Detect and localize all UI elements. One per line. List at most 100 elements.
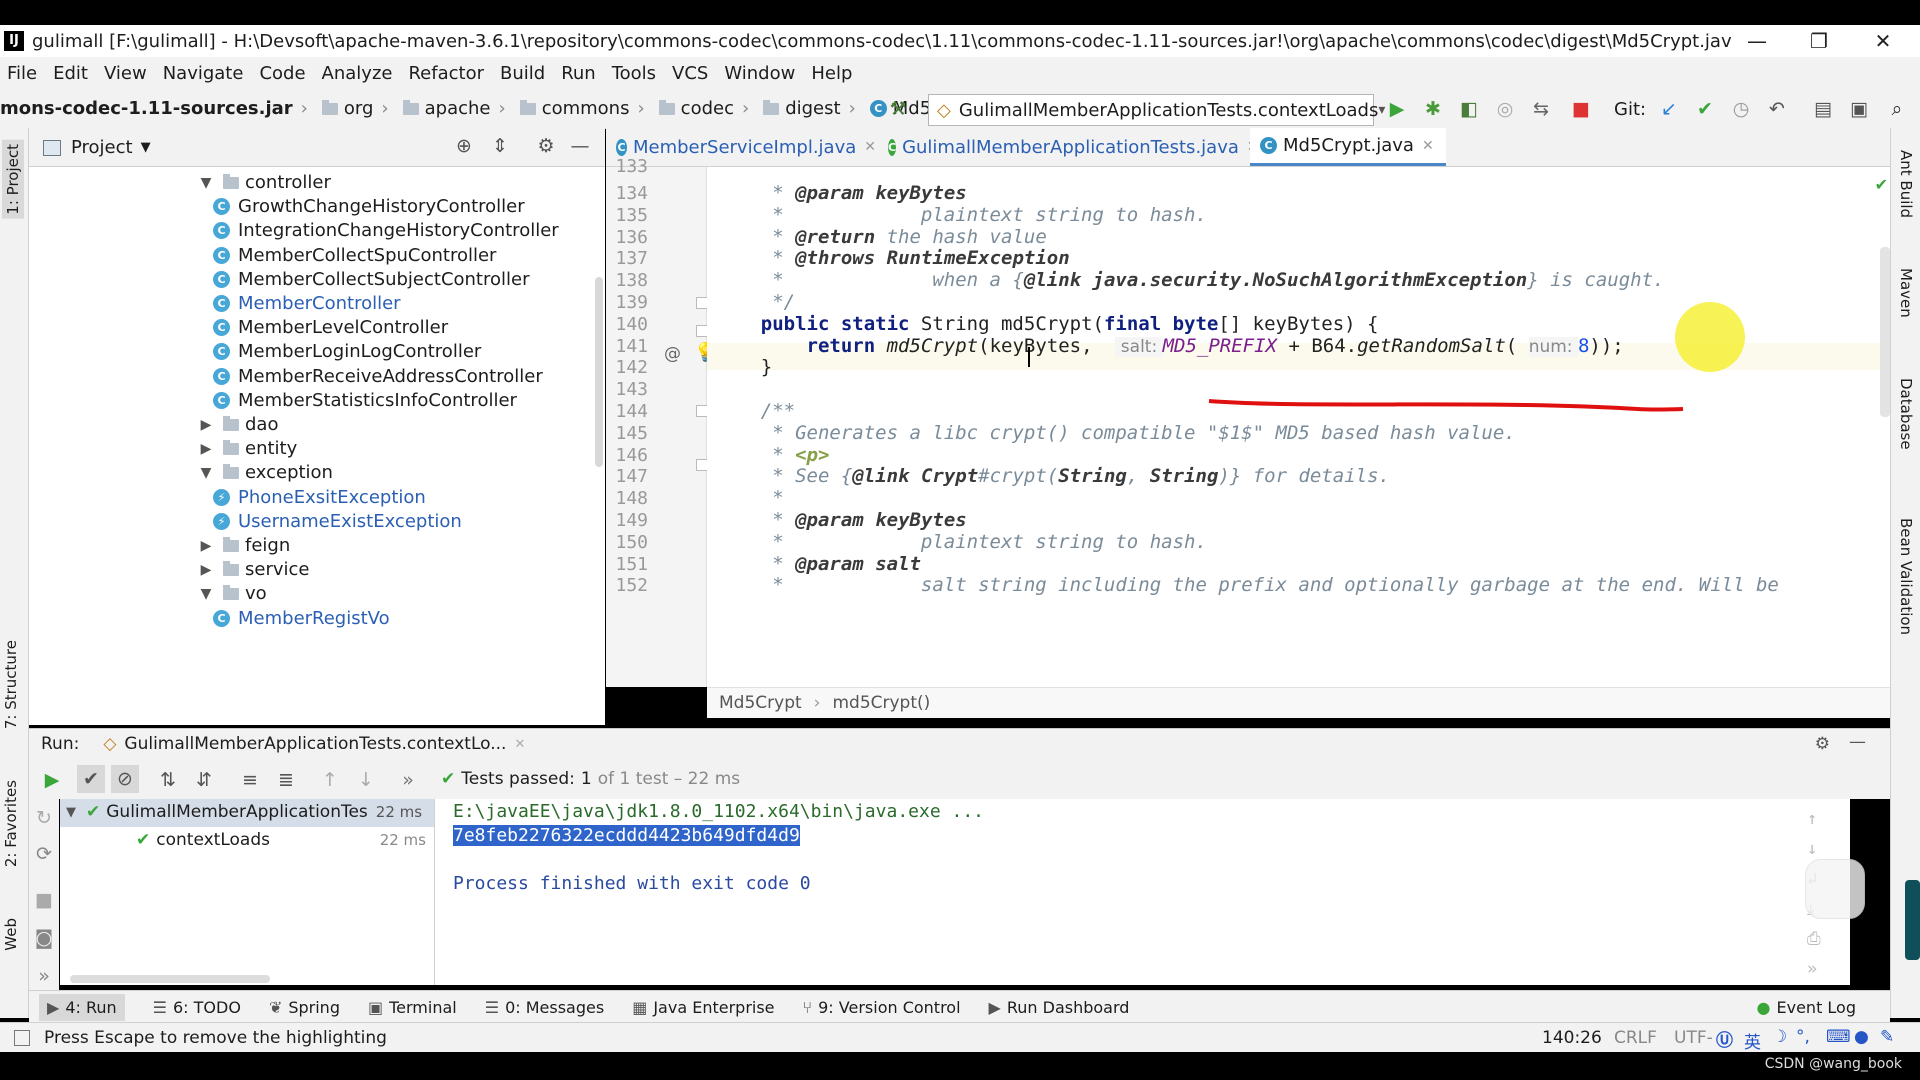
tab-gulimallmemberapplicationtests[interactable]: C GulimallMemberApplicationTests.java ✕ — [878, 128, 1259, 166]
run-configuration-select[interactable]: ◇ GulimallMemberApplicationTests.context… — [928, 94, 1385, 126]
moon-icon[interactable]: ☽ — [1772, 1027, 1787, 1047]
tab-version-control[interactable]: ⑂ 9: Version Control — [803, 998, 961, 1017]
layout-icon[interactable]: ▣ — [1848, 98, 1870, 120]
console-line-selected-hash[interactable]: 7e8feb2276322ecddd4423b649dfd4d9 — [453, 825, 800, 846]
chevron-down-icon[interactable]: ▼ — [199, 465, 213, 481]
user-icon[interactable]: ● — [1854, 1027, 1869, 1047]
caret-position[interactable]: 140:26 — [1542, 1028, 1602, 1048]
close-tab-icon[interactable]: ✕ — [864, 139, 876, 155]
project-panel-title[interactable]: Project — [71, 137, 133, 158]
inspection-ok-icon[interactable]: ✔ — [1875, 175, 1888, 194]
restore-button[interactable]: ❐ — [1796, 27, 1842, 55]
status-toggle-icon[interactable] — [14, 1030, 30, 1046]
chevron-down-icon[interactable]: ▼ — [141, 140, 151, 155]
menu-navigate[interactable]: Navigate — [163, 63, 244, 84]
project-structure-icon[interactable]: ▤ — [1812, 98, 1834, 120]
attach-icon[interactable]: ⇆ — [1530, 98, 1552, 120]
menu-file[interactable]: File — [7, 63, 37, 84]
web-tool-tab[interactable]: Web — [2, 918, 20, 951]
close-tab-icon[interactable]: ✕ — [1422, 138, 1434, 154]
tab-java-enterprise[interactable]: ▦ Java Enterprise — [632, 998, 774, 1017]
minimize-button[interactable]: — — [1734, 27, 1780, 55]
ime-u-icon[interactable]: Ⓤ — [1716, 1026, 1733, 1051]
keyboard-icon[interactable]: ⌨ — [1826, 1027, 1851, 1047]
profile-icon[interactable]: ◎ — [1494, 98, 1516, 120]
chevron-down-icon[interactable]: ▼ — [199, 175, 213, 191]
print-icon[interactable]: ⎙ — [1807, 929, 1821, 949]
override-marker-icon[interactable]: @ — [664, 344, 681, 364]
gear-icon[interactable]: ⚙ — [535, 135, 557, 157]
git-commit-icon[interactable]: ✔ — [1694, 98, 1716, 120]
menu-help[interactable]: Help — [811, 63, 852, 84]
previous-icon[interactable]: ↑ — [319, 769, 341, 791]
crumb-digest[interactable]: digest › — [763, 98, 864, 119]
more-icon[interactable]: » — [33, 965, 55, 987]
menu-code[interactable]: Code — [259, 63, 305, 84]
run-icon[interactable]: ▶ — [1386, 98, 1408, 120]
rollback-icon[interactable]: ↶ — [1766, 98, 1788, 120]
chevron-down-icon[interactable]: ▼ — [199, 586, 213, 602]
bean-validation-tool-tab[interactable]: Bean Validation — [1897, 518, 1915, 635]
scroll-down-icon[interactable]: ↓ — [1807, 839, 1817, 859]
tab-spring[interactable]: ❦ Spring — [269, 998, 340, 1017]
tree-horizontal-scrollbar[interactable] — [70, 975, 270, 983]
locate-target-icon[interactable]: ⊕ — [453, 135, 475, 157]
project-tool-tab[interactable]: 1: Project — [2, 140, 24, 219]
tab-terminal[interactable]: ▣ Terminal — [368, 998, 457, 1017]
expand-all-icon[interactable]: ≡ — [239, 769, 261, 791]
maven-tool-tab[interactable]: Maven — [1897, 268, 1915, 318]
debug-icon[interactable]: ✱ — [1422, 98, 1444, 120]
coverage-icon[interactable]: ◧ — [1458, 98, 1480, 120]
editor-scrollbar[interactable] — [1880, 247, 1890, 417]
tree-scrollbar[interactable] — [595, 277, 603, 467]
menu-build[interactable]: Build — [500, 63, 545, 84]
history-icon[interactable]: ◷ — [1730, 98, 1752, 120]
stop-icon[interactable]: ■ — [33, 889, 55, 911]
crumb-method[interactable]: md5Crypt() — [832, 693, 930, 713]
sort-alpha-icon[interactable]: ⇅ — [157, 769, 179, 791]
line-separator[interactable]: CRLF — [1614, 1028, 1657, 1048]
crumb-class[interactable]: Md5Crypt — [719, 693, 802, 713]
build-hammer-icon[interactable]: ⚒ — [887, 98, 909, 120]
sort-duration-icon[interactable]: ⇵ — [193, 769, 215, 791]
chevron-right-icon[interactable]: ▶ — [199, 417, 213, 433]
punctuation-icon[interactable]: °, — [1796, 1027, 1810, 1047]
tab-run-dashboard[interactable]: ▶ Run Dashboard — [989, 998, 1130, 1017]
tab-event-log[interactable]: ● Event Log — [1757, 998, 1856, 1017]
database-tool-tab[interactable]: Database — [1897, 378, 1915, 450]
menu-analyze[interactable]: Analyze — [322, 63, 393, 84]
chevron-right-icon[interactable]: ▶ — [199, 538, 213, 554]
hide-panel-icon[interactable]: — — [569, 135, 591, 157]
rerun-icon[interactable]: ▶ — [41, 769, 63, 791]
chevron-right-icon[interactable]: ▶ — [199, 562, 213, 578]
menu-edit[interactable]: Edit — [53, 63, 88, 84]
chevron-down-icon[interactable]: ▼ — [66, 805, 76, 820]
rerun-failed-icon[interactable]: ↻ — [33, 807, 55, 829]
crumb-org[interactable]: org › — [321, 98, 397, 119]
camera-icon[interactable]: ◙ — [33, 927, 55, 949]
collapse-all-icon[interactable]: ≣ — [275, 769, 297, 791]
hide-panel-icon[interactable]: — — [1849, 732, 1866, 752]
test-case-row[interactable]: ✔ contextLoads 22 ms — [136, 830, 426, 850]
file-encoding[interactable]: UTF- — [1674, 1028, 1713, 1048]
tab-md5crypt[interactable]: C Md5Crypt.java ✕ — [1250, 128, 1446, 166]
code-editor[interactable]: * @param keyBytes * plaintext string to … — [707, 167, 1890, 687]
favorites-tool-tab[interactable]: 2: Favorites — [2, 780, 20, 867]
ime-language[interactable]: 英 — [1744, 1028, 1761, 1053]
collapse-all-icon[interactable]: ⇕ — [489, 135, 511, 157]
structure-tool-tab[interactable]: 7: Structure — [2, 640, 20, 729]
tab-todo[interactable]: ☰ 6: TODO — [153, 998, 241, 1017]
gear-icon[interactable]: ⚙ — [1815, 734, 1830, 754]
show-passed-icon[interactable]: ✔ — [77, 765, 105, 793]
tab-run[interactable]: ▶ 4: Run — [39, 993, 125, 1021]
menu-tools[interactable]: Tools — [612, 63, 656, 84]
chevron-right-icon[interactable]: ▶ — [199, 441, 213, 457]
close-button[interactable]: ✕ — [1860, 27, 1906, 55]
run-tab-title[interactable]: GulimallMemberApplicationTests.contextLo… — [124, 734, 506, 754]
stop-icon[interactable]: ■ — [1570, 98, 1592, 120]
tree-item-memberregistvo[interactable]: C MemberRegistVo — [213, 604, 390, 633]
next-icon[interactable]: ↓ — [355, 769, 377, 791]
menu-window[interactable]: Window — [724, 63, 795, 84]
test-suite-row[interactable]: ▼ ✔ GulimallMemberApplicationTes 22 ms — [66, 802, 422, 822]
crumb-apache[interactable]: apache › — [402, 98, 514, 119]
